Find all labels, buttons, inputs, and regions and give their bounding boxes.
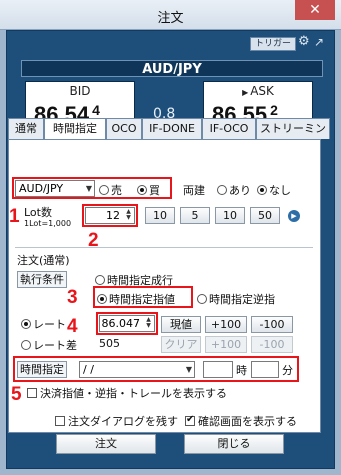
exec-option-market-radio-icon [95, 275, 105, 285]
annotation-box-3 [93, 286, 193, 308]
hedge-yes-radio[interactable]: あり [217, 182, 251, 198]
order-type-label: 注文(通常) [17, 254, 70, 267]
show-settle-orders-label: 決済指値・逆指・トレールを表示する [40, 387, 227, 400]
ask-price-pip: 2 [270, 102, 278, 118]
annotation-number-3: 3 [67, 287, 78, 308]
hedge-yes-label: あり [229, 184, 251, 197]
title-bar: 注文 ✕ [0, 0, 341, 30]
lot-preset-button[interactable]: 5 [180, 207, 210, 224]
annotation-number-5: 5 [11, 384, 22, 405]
hedge-no-radio[interactable]: なし [257, 182, 291, 198]
close-window-button[interactable]: ✕ [295, 0, 335, 20]
minus-100-button[interactable]: -100 [251, 316, 293, 333]
rate-radio[interactable]: レート [21, 316, 66, 332]
bid-label: BID [69, 84, 91, 98]
annotation-number-4: 4 [67, 316, 78, 337]
exec-option-stop-radio-icon [197, 294, 207, 304]
current-price-button[interactable]: 現値 [161, 316, 201, 333]
tab-if-done[interactable]: IF-DONE [142, 118, 202, 139]
tab-normal[interactable]: 通常 [8, 118, 44, 139]
tab-time-specified[interactable]: 時間指定 [44, 118, 106, 140]
lot-preset-button[interactable]: 10 [145, 207, 175, 224]
tab-oco[interactable]: OCO [106, 118, 142, 139]
currency-pair-title: AUD/JPY [21, 60, 323, 77]
show-settle-orders-checkbox[interactable]: 決済指値・逆指・トレールを表示する [27, 385, 227, 401]
annotation-box-4 [96, 312, 158, 335]
diff-plus-100-button[interactable]: +100 [205, 336, 247, 353]
annotation-box-5 [13, 356, 299, 382]
order-form-panel: AUD/JPY ▼ 売 買 両建 あり なし 1 Lot数 1Lot=1,000… [8, 139, 321, 433]
show-confirm-checkbox-icon [185, 414, 195, 426]
popout-icon[interactable]: ↗ [314, 35, 328, 49]
rate-diff-value: 505 [99, 337, 120, 350]
hedge-no-radio-icon [257, 185, 267, 195]
annotation-number-2: 2 [88, 230, 99, 251]
hedge-label: 両建 [183, 184, 205, 197]
show-settle-orders-checkbox-icon [27, 388, 37, 398]
exec-condition-label: 執行条件 [17, 271, 67, 288]
exec-option-stop[interactable]: 時間指定逆指 [197, 291, 275, 307]
annotation-number-1: 1 [9, 206, 20, 227]
keep-dialog-checkbox-icon [55, 416, 65, 426]
clear-button[interactable]: クリア [161, 336, 201, 353]
rate-diff-radio[interactable]: レート差 [21, 337, 77, 353]
order-button[interactable]: 注文 [56, 434, 156, 454]
close-button[interactable]: 閉じる [184, 434, 284, 454]
ask-arrow-icon: ▶ [242, 88, 249, 97]
section-divider [15, 247, 313, 248]
bid-price-pip: 4 [92, 102, 100, 118]
play-icon[interactable]: ▶ [288, 210, 300, 222]
trader-button[interactable]: トリガー [249, 37, 296, 51]
rate-radio-icon [21, 319, 31, 329]
rate-radio-label: レート [33, 318, 66, 331]
exec-option-stop-label: 時間指定逆指 [209, 293, 275, 306]
tab-if-oco[interactable]: IF-OCO [202, 118, 256, 139]
lot-sublabel: 1Lot=1,000 [24, 219, 72, 228]
annotation-box-2 [82, 204, 138, 227]
rate-diff-radio-label: レート差 [33, 339, 77, 352]
hedge-yes-radio-icon [217, 185, 227, 195]
lot-label: Lot数 [24, 206, 52, 219]
tab-streaming[interactable]: ストリーミング [256, 118, 330, 154]
show-confirm-label: 確認画面を表示する [198, 415, 297, 428]
rate-diff-radio-icon [21, 340, 31, 350]
lot-preset-button[interactable]: 10 [215, 207, 245, 224]
keep-dialog-checkbox[interactable]: 注文ダイアログを残す [55, 413, 178, 429]
ask-label: ASK [250, 84, 274, 98]
annotation-box-1 [12, 177, 172, 199]
hedge-no-label: なし [269, 184, 291, 197]
window-title: 注文 [157, 11, 184, 26]
show-confirm-checkbox[interactable]: 確認画面を表示する [185, 413, 297, 429]
diff-minus-100-button[interactable]: -100 [251, 336, 293, 353]
lot-preset-button[interactable]: 50 [250, 207, 280, 224]
keep-dialog-label: 注文ダイアログを残す [68, 415, 178, 428]
gear-icon[interactable]: ⚙ [298, 35, 312, 49]
plus-100-button[interactable]: +100 [205, 316, 247, 333]
